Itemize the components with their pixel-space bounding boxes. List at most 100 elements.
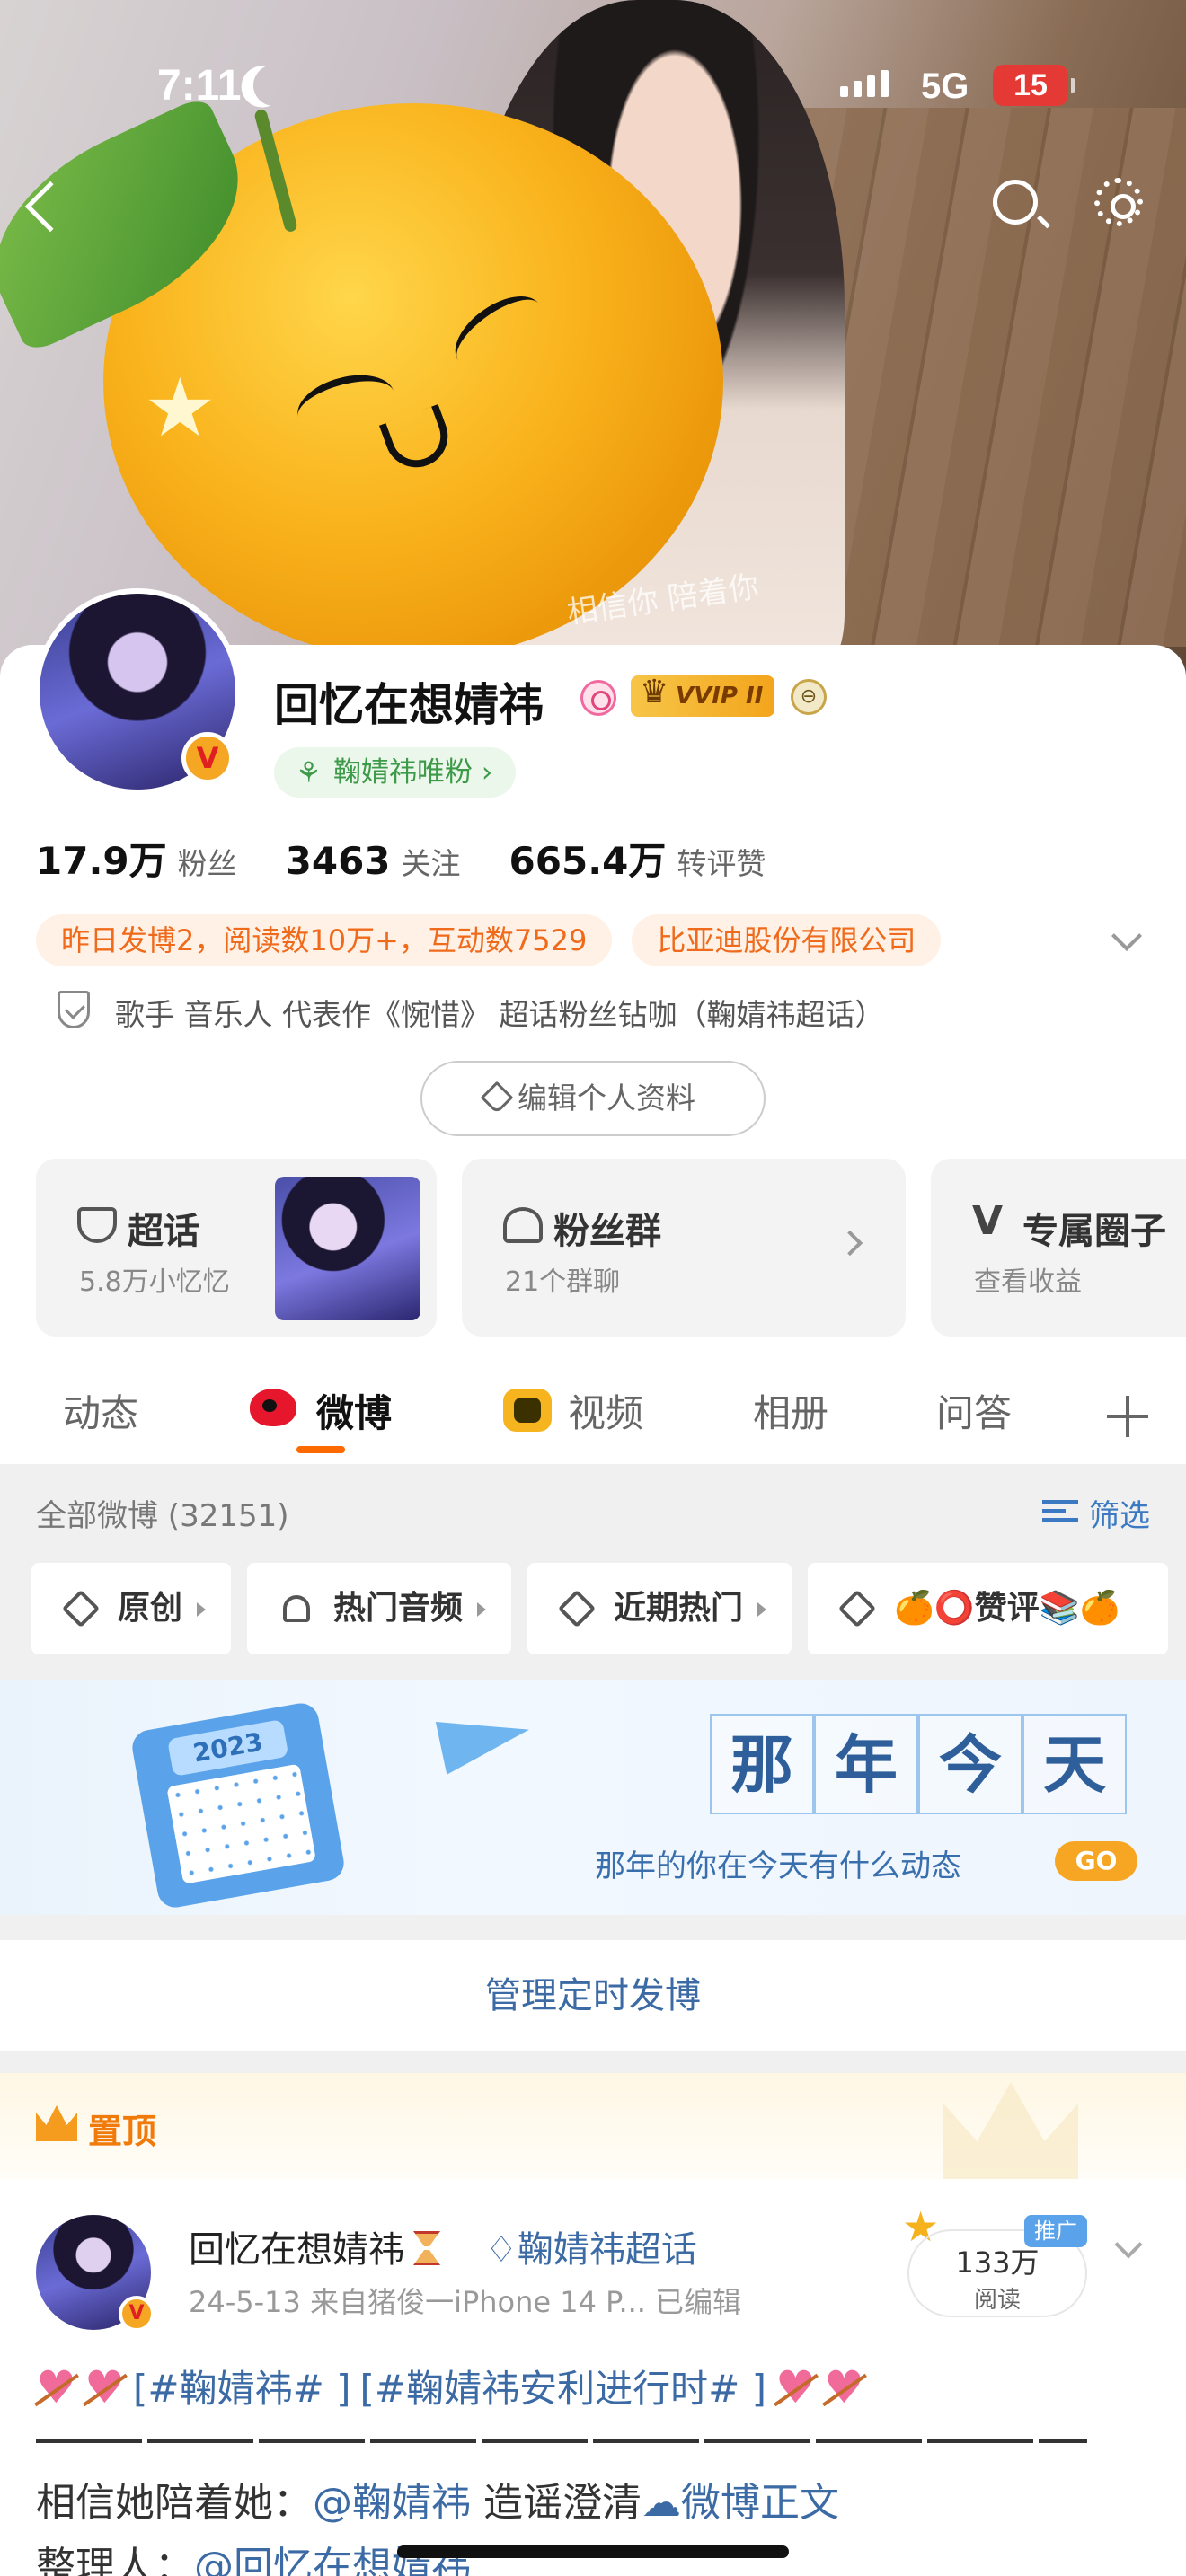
post-meta: 24-5-13 来自猪俊一iPhone 14 P... 已编辑	[189, 2285, 742, 2319]
tile-exclusive-circle[interactable]: 专属圈子 查看收益	[931, 1159, 1186, 1337]
tile-fan-group[interactable]: 粉丝群 21个群聊	[462, 1159, 906, 1337]
post-text: 相信她陪着她：	[36, 2480, 313, 2526]
tab-album[interactable]: 相册	[753, 1383, 828, 1438]
stat-followers[interactable]: 17.9万 粉丝	[36, 831, 237, 886]
stat-number: 17.9万	[36, 839, 167, 883]
profile-name: 回忆在想婧祎	[274, 679, 544, 731]
company-chip[interactable]: 比亚迪股份有限公司	[632, 914, 942, 966]
heart-arrow-icon	[84, 2361, 125, 2413]
activity-chip[interactable]: 昨日发博2，阅读数10万+，互动数7529	[36, 914, 613, 966]
banner-title-char: 年	[814, 1714, 918, 1814]
headphones-icon	[283, 1595, 311, 1622]
top-nav	[0, 178, 1186, 251]
profile-tabs: 动态 微博 视频 相册 问答	[0, 1363, 1186, 1462]
filter-chip-original[interactable]: 原创	[31, 1563, 232, 1654]
hashtag-link[interactable]: [#鞠婧祎安利进行时# ]	[360, 2359, 767, 2413]
back-icon[interactable]	[24, 181, 76, 233]
pinned-post[interactable]: V 回忆在想婧祎 ♢鞠婧祎超话 24-5-13 来自猪俊一iPhone 14 P…	[0, 2179, 1186, 2576]
post-text: 造谣澄清	[471, 2480, 642, 2526]
banner-title-char: 今	[918, 1714, 1022, 1814]
tab-video[interactable]: 视频	[568, 1383, 643, 1438]
post-divider-line	[36, 2439, 1087, 2443]
video-icon	[503, 1389, 552, 1432]
home-indicator[interactable]	[397, 2545, 789, 2558]
pinned-label: 置顶	[88, 2112, 157, 2151]
section-separator	[0, 1915, 1186, 1940]
tile-subtitle: 21个群聊	[505, 1266, 621, 1298]
cover-star-icon: ★	[144, 361, 217, 455]
layers-icon	[61, 1589, 101, 1628]
tab-qa[interactable]: 问答	[936, 1383, 1012, 1438]
filter-chips: 原创 热门音频 近期热门 🍊⭕赞评📚🍊	[31, 1563, 1169, 1654]
tile-thumbnail	[275, 1177, 420, 1320]
filter-icon	[1042, 1500, 1078, 1522]
filter-chip-audio[interactable]: 热门音频	[247, 1563, 512, 1654]
heart-arrow-icon	[36, 2361, 76, 2413]
verified-v-icon: V	[181, 732, 234, 784]
profile-bio: 歌手 音乐人 代表作《惋惜》 超话粉丝钻咖（鞠婧祎超话）	[58, 991, 884, 1034]
banner-subtitle: 那年的你在今天有什么动态	[595, 1848, 961, 1884]
stat-following[interactable]: 3463 关注	[286, 839, 461, 883]
tile-subtitle: 查看收益	[974, 1266, 1082, 1298]
focus-moon-icon	[248, 59, 301, 112]
post-line: 相信她陪着她：@鞠婧祎 造谣澄清☁微博正文	[36, 2470, 839, 2527]
battery-indicator: 15	[993, 65, 1075, 106]
post-author-name: 回忆在想婧祎	[189, 2229, 404, 2271]
filter-chip-label: 🍊⭕赞评📚🍊	[894, 1590, 1120, 1627]
tile-super-topic[interactable]: 超话 5.8万小忆忆	[36, 1159, 437, 1337]
banner-title-char: 天	[1022, 1714, 1127, 1814]
banner-go-button[interactable]: GO	[1055, 1841, 1137, 1881]
tab-active-indicator	[296, 1446, 345, 1453]
tile-subtitle: 5.8万小忆忆	[79, 1266, 230, 1298]
tab-posts-dynamic[interactable]: 动态	[63, 1383, 138, 1438]
tab-weibo[interactable]: 微博	[316, 1383, 392, 1438]
section-separator	[0, 2051, 1186, 2073]
gear-icon[interactable]	[1094, 178, 1143, 226]
vip-badge[interactable]: VVIP II	[631, 672, 774, 717]
layers-icon	[557, 1589, 597, 1628]
hourglass-icon	[413, 2231, 440, 2265]
stat-number: 3463	[285, 839, 391, 883]
filter-button[interactable]: 筛选	[1042, 1491, 1150, 1535]
group-icon	[503, 1207, 543, 1243]
edit-profile-button[interactable]: 编辑个人资料	[420, 1061, 766, 1136]
filter-label: 筛选	[1089, 1498, 1150, 1534]
chevron-down-icon[interactable]	[1114, 2230, 1143, 2259]
tile-title: 粉丝群	[553, 1211, 661, 1252]
sprout-icon: ⚘	[296, 755, 322, 790]
diamond-icon	[77, 1207, 117, 1243]
weibo-link[interactable]: ☁微博正文	[642, 2480, 839, 2526]
lock-icon[interactable]: ⊖	[791, 679, 827, 715]
fan-level-icon[interactable]	[580, 680, 616, 716]
post-avatar[interactable]: V	[36, 2215, 155, 2332]
verified-v-icon: V	[119, 2296, 155, 2332]
banner-title-char: 那	[710, 1714, 814, 1814]
search-icon[interactable]	[993, 180, 1038, 225]
caret-right-icon	[757, 1602, 767, 1617]
fan-badge-pill[interactable]: ⚘ 鞠婧祎唯粉 ›	[274, 747, 517, 798]
network-type: 5G	[921, 66, 969, 106]
stat-label: 关注	[401, 846, 461, 881]
crown-icon	[36, 2105, 77, 2141]
tile-title: 超话	[128, 1211, 199, 1252]
filter-chip-label: 热门音频	[333, 1590, 464, 1627]
avatar[interactable]: V	[34, 588, 241, 795]
stat-interactions[interactable]: 665.4万 转评赞	[509, 831, 766, 886]
weibo-icon	[250, 1389, 296, 1426]
post-topic-link[interactable]: ♢鞠婧祎超话	[485, 2220, 697, 2272]
add-tab-plus-icon[interactable]	[1107, 1396, 1148, 1437]
heart-arrow-icon	[824, 2361, 864, 2413]
status-time: 7:11	[157, 62, 242, 110]
banner-title: 那 年 今 天	[710, 1714, 1127, 1814]
profile-stats: 17.9万 粉丝 3463 关注 665.4万 转评赞	[36, 831, 814, 886]
on-this-day-banner[interactable]: 2023 那 年 今 天 那年的你在今天有什么动态 GO	[0, 1680, 1186, 1915]
read-label: 阅读	[973, 2287, 1021, 2314]
status-bar: 7:11 5G 15	[0, 54, 1186, 117]
post-author[interactable]: 回忆在想婧祎	[189, 2220, 444, 2272]
manage-scheduled-posts-button[interactable]: 管理定时发博	[0, 1940, 1186, 2051]
filter-chip-custom[interactable]: 🍊⭕赞评📚🍊	[808, 1563, 1169, 1654]
hashtag-link[interactable]: [#鞠婧祎# ]	[133, 2359, 351, 2413]
promote-badge[interactable]: 推广	[1024, 2215, 1087, 2247]
mention-link[interactable]: @鞠婧祎	[313, 2480, 471, 2526]
filter-chip-recent-hot[interactable]: 近期热门	[527, 1563, 792, 1654]
